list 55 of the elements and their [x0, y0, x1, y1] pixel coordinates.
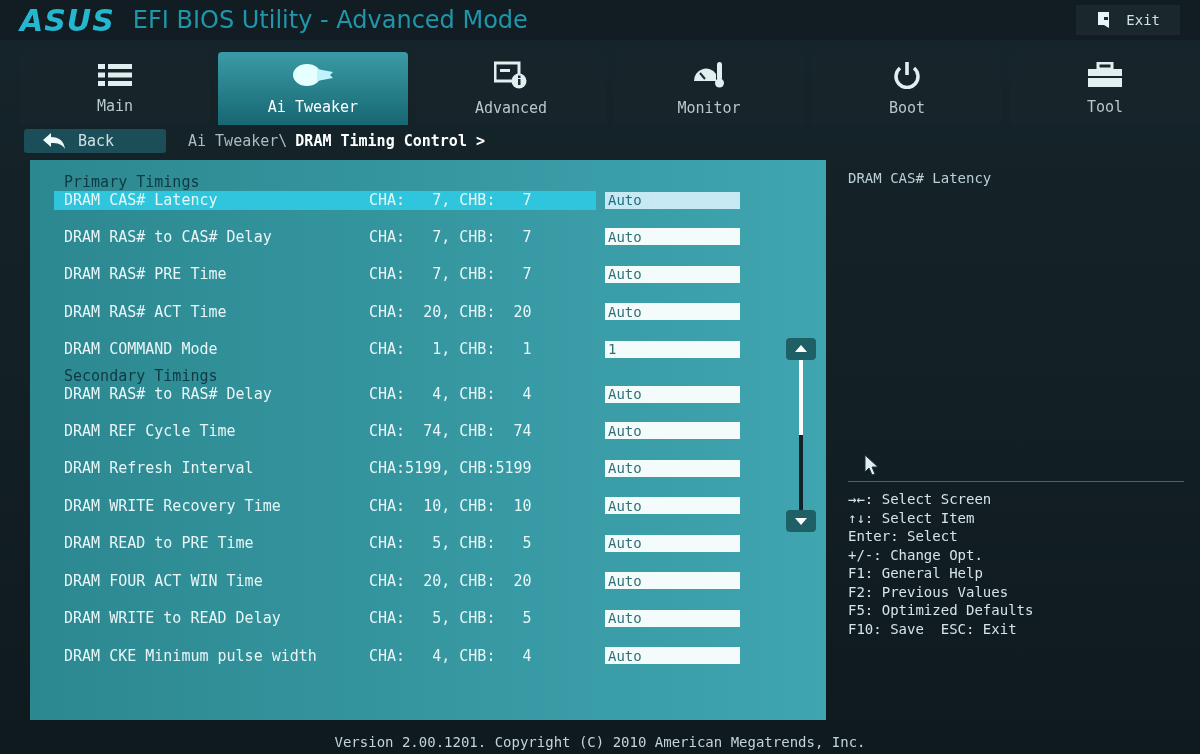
value-field[interactable]: Auto	[605, 422, 740, 440]
setting-row[interactable]: DRAM READ to PRE Time CHA: 5, CHB: 5	[54, 533, 596, 553]
help-description: DRAM CAS# Latency	[848, 170, 993, 186]
value-field[interactable]: 1	[605, 340, 740, 358]
tab[interactable]: Ai Tweaker	[218, 52, 408, 125]
toolbox-icon	[1087, 61, 1123, 88]
value-field[interactable]: Auto	[605, 303, 740, 321]
value-field[interactable]: Auto	[605, 385, 740, 403]
exit-button[interactable]: Exit	[1076, 5, 1180, 35]
value-field[interactable]: Auto	[605, 534, 740, 552]
thermometer-gauge-icon	[692, 60, 726, 89]
setting-row[interactable]: DRAM FOUR ACT WIN Time CHA: 20, CHB: 20	[54, 571, 596, 591]
logo: ASUS	[20, 2, 115, 38]
window-title: EFI BIOS Utility - Advanced Mode	[132, 6, 528, 34]
version-footer: Version 2.00.1201. Copyright (C) 2010 American Megatrends, Inc.	[0, 732, 1200, 754]
mouse-pointer-icon	[864, 454, 880, 476]
back-arrow-icon	[42, 132, 66, 150]
key-hint: F5: Optimized Defaults	[848, 601, 1035, 620]
setting-row[interactable]: DRAM RAS# PRE Time CHA: 7, CHB: 7	[54, 264, 596, 284]
key-hint: +/-: Change Opt.	[848, 545, 984, 564]
section-heading: Primary Timings	[64, 174, 201, 190]
value-field[interactable]: Auto	[605, 609, 740, 627]
key-hint: F1: General Help	[848, 564, 984, 583]
setting-row[interactable]: DRAM WRITE Recovery Time CHA: 10, CHB: 10	[54, 496, 596, 516]
value-field[interactable]: Auto	[605, 459, 740, 477]
scrollbar[interactable]	[786, 338, 816, 532]
screen-info-icon	[494, 60, 528, 89]
setting-row[interactable]: DRAM REF Cycle Time CHA: 74, CHB: 74	[54, 421, 596, 441]
value-field[interactable]: Auto	[605, 265, 740, 283]
scroll-up-icon[interactable]	[786, 338, 816, 360]
value-field[interactable]: Auto	[605, 647, 740, 665]
tweaker-icon	[291, 61, 335, 88]
list-icon	[98, 62, 132, 87]
value-field[interactable]: Auto	[605, 191, 740, 209]
setting-row[interactable]: DRAM CKE Minimum pulse width CHA: 4, CHB: 4	[54, 646, 596, 666]
power-icon	[892, 60, 922, 89]
value-field[interactable]: Auto	[605, 572, 740, 590]
setting-row[interactable]: DRAM RAS# to RAS# Delay CHA: 4, CHB: 4	[54, 384, 596, 404]
section-heading: Secondary Timings	[64, 368, 219, 384]
value-field[interactable]: Auto	[605, 497, 740, 515]
back-button[interactable]: Back	[24, 129, 166, 153]
setting-row[interactable]: DRAM RAS# to CAS# Delay CHA: 7, CHB: 7	[54, 227, 596, 247]
setting-row[interactable]: DRAM RAS# ACT Time CHA: 20, CHB: 20	[54, 302, 596, 322]
setting-row[interactable]: DRAM COMMAND Mode CHA: 1, CHB: 1	[54, 339, 596, 359]
key-hint: →←: Select Screen	[848, 490, 993, 509]
key-hint: Enter: Select	[848, 527, 959, 546]
scroll-down-icon[interactable]	[786, 510, 816, 532]
key-hint: F2: Previous Values	[848, 582, 1010, 601]
breadcrumb-parent[interactable]: Ai Tweaker\	[188, 132, 288, 150]
setting-row[interactable]: DRAM Refresh Interval CHA:5199, CHB:5199	[54, 458, 596, 478]
value-field[interactable]: Auto	[605, 228, 740, 246]
breadcrumb-current: DRAM Timing Control >	[295, 132, 485, 150]
key-hint: F10: Save ESC: Exit	[848, 619, 1018, 638]
setting-row[interactable]: DRAM WRITE to READ Delay CHA: 5, CHB: 5	[54, 608, 596, 628]
key-hint: ↑↓: Select Item	[848, 508, 976, 527]
